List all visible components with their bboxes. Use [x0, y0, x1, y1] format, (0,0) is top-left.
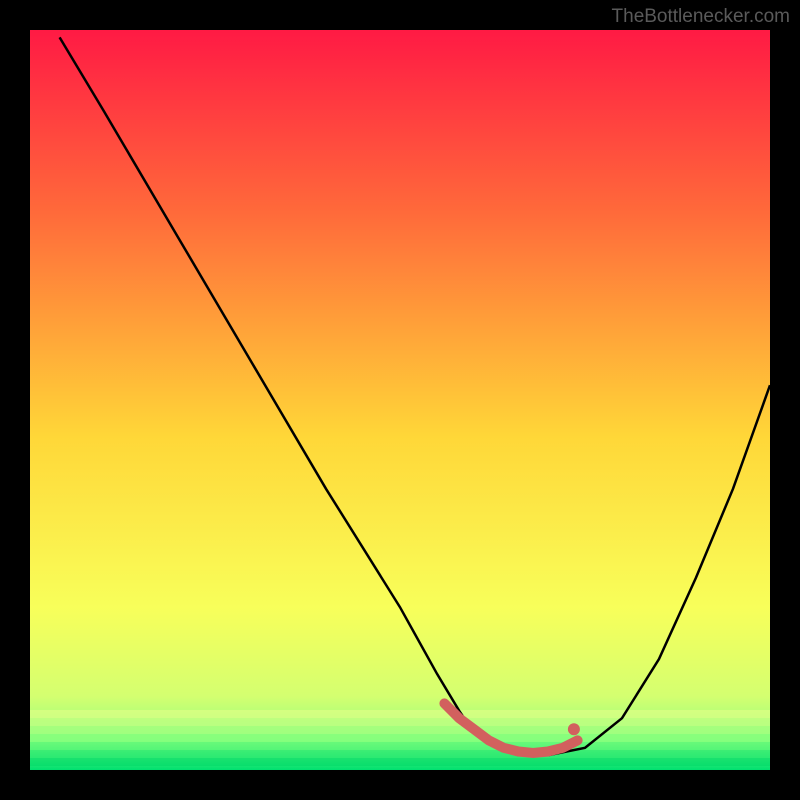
plot-area — [30, 30, 770, 770]
chart-svg — [30, 30, 770, 770]
chart-container: TheBottlenecker.com — [0, 0, 800, 800]
watermark-text: TheBottlenecker.com — [612, 6, 790, 28]
highlight-dot-icon — [568, 723, 580, 735]
green-bands — [30, 710, 770, 766]
